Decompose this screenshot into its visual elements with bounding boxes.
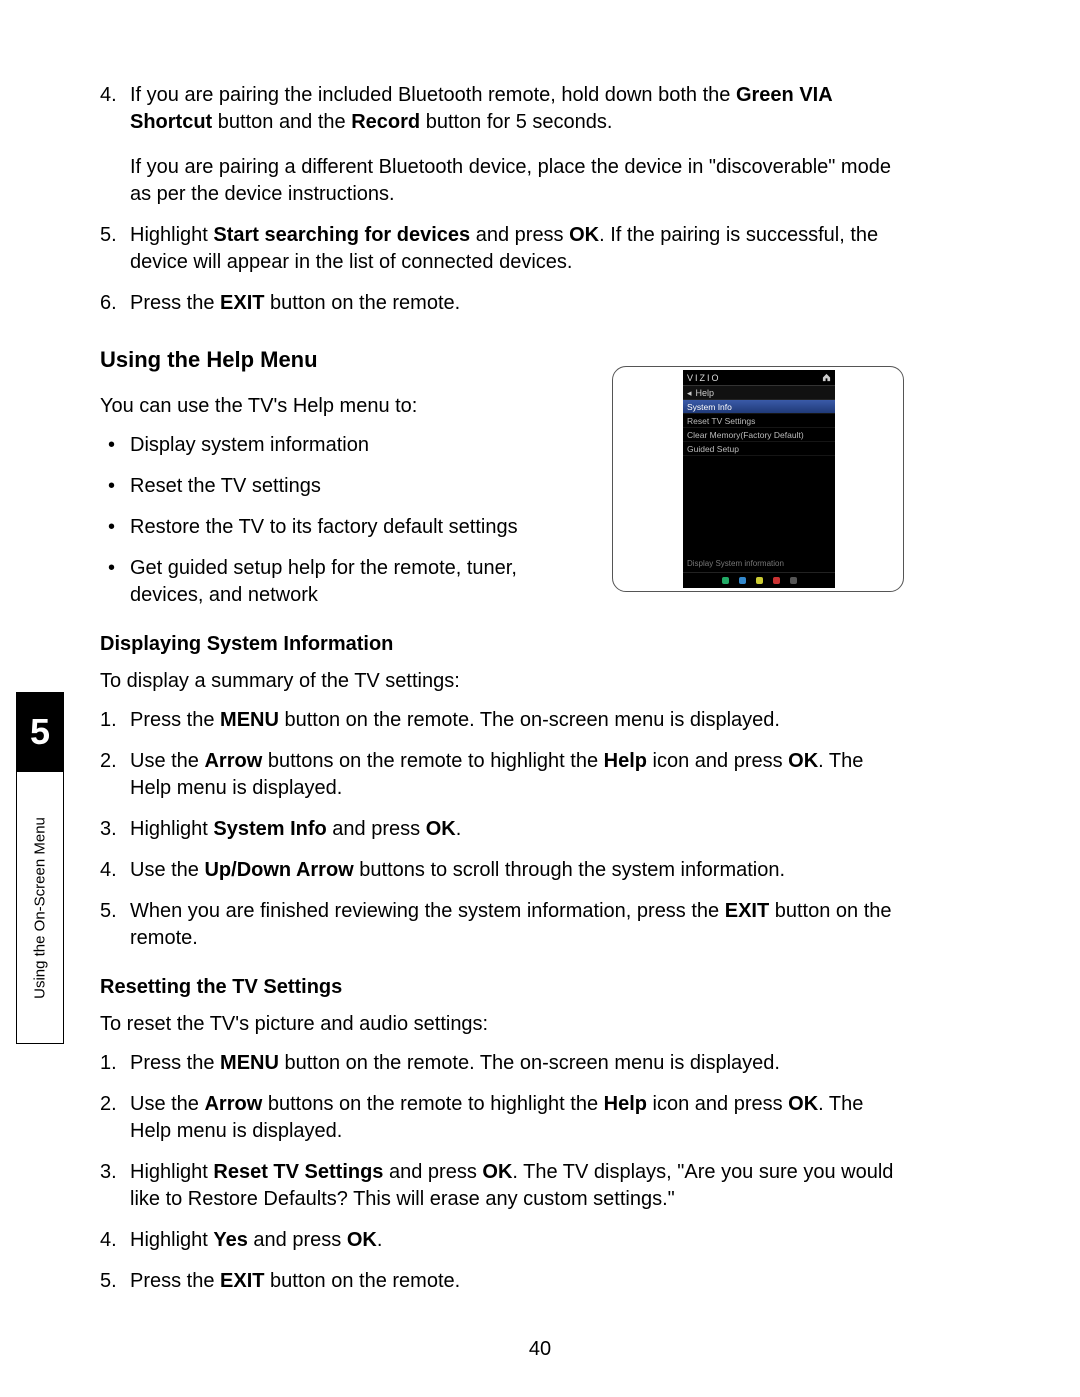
list-item: 5.Press the EXIT button on the remote. <box>100 1268 900 1295</box>
tv-osd: VIZIO ◂Help System Info Reset TV Setting… <box>683 370 835 588</box>
help-intro: You can use the TV's Help menu to: <box>100 393 580 420</box>
page-number: 40 <box>0 1338 1080 1361</box>
tv-breadcrumb: ◂Help <box>683 386 835 400</box>
list-item: 2.Use the Arrow buttons on the remote to… <box>100 1091 900 1145</box>
list-item: 1.Press the MENU button on the remote. T… <box>100 707 900 734</box>
list-item: 4.Highlight Yes and press OK. <box>100 1227 900 1254</box>
tv-nav-dots <box>683 572 835 588</box>
pairing-steps: 4. If you are pairing the included Bluet… <box>100 82 900 317</box>
help-menu-screenshot: VIZIO ◂Help System Info Reset TV Setting… <box>612 366 904 592</box>
reset-intro: To reset the TV's picture and audio sett… <box>100 1011 900 1038</box>
subsection-system-info: Displaying System Information <box>100 631 900 658</box>
system-info-steps: 1.Press the MENU button on the remote. T… <box>100 707 900 952</box>
tv-menu-row: Clear Memory(Factory Default) <box>683 428 835 442</box>
nav-dot-icon <box>722 577 729 584</box>
list-item: 4. If you are pairing the included Bluet… <box>100 82 900 208</box>
step-note: If you are pairing a different Bluetooth… <box>130 154 900 208</box>
list-item: Get guided setup help for the remote, tu… <box>100 555 590 609</box>
list-item: 5.When you are finished reviewing the sy… <box>100 898 900 952</box>
list-item: 6. Press the EXIT button on the remote. <box>100 290 900 317</box>
list-item: 5. Highlight Start searching for devices… <box>100 222 900 276</box>
page-content: 4. If you are pairing the included Bluet… <box>100 82 900 1309</box>
home-icon <box>822 373 831 382</box>
list-item: Reset the TV settings <box>100 473 590 500</box>
nav-dot-icon <box>773 577 780 584</box>
chapter-label: Using the On-Screen Menu <box>32 817 49 999</box>
step-number: 4. <box>100 82 117 109</box>
reset-steps: 1.Press the MENU button on the remote. T… <box>100 1050 900 1295</box>
list-item: 4.Use the Up/Down Arrow buttons to scrol… <box>100 857 900 884</box>
chapter-side-tab: 5 Using the On-Screen Menu <box>16 692 64 1044</box>
system-info-intro: To display a summary of the TV settings: <box>100 668 900 695</box>
list-item: Display system information <box>100 432 590 459</box>
list-item: 2.Use the Arrow buttons on the remote to… <box>100 748 900 802</box>
chapter-label-box: Using the On-Screen Menu <box>16 772 64 1044</box>
list-item: 3.Highlight Reset TV Settings and press … <box>100 1159 900 1213</box>
step-number: 5. <box>100 222 117 249</box>
chapter-number: 5 <box>16 692 64 772</box>
step-number: 6. <box>100 290 117 317</box>
subsection-reset-tv: Resetting the TV Settings <box>100 974 900 1001</box>
help-bullet-list: Display system information Reset the TV … <box>100 432 590 609</box>
list-item: 1.Press the MENU button on the remote. T… <box>100 1050 900 1077</box>
nav-dot-icon <box>739 577 746 584</box>
tv-menu-row: Guided Setup <box>683 442 835 456</box>
tv-menu-row: Reset TV Settings <box>683 414 835 428</box>
list-item: Restore the TV to its factory default se… <box>100 514 590 541</box>
nav-dot-icon <box>756 577 763 584</box>
tv-menu-row-selected: System Info <box>683 400 835 414</box>
tv-menu-description: Display System information <box>687 559 784 568</box>
nav-dot-icon <box>790 577 797 584</box>
back-caret-icon: ◂ <box>687 386 692 400</box>
list-item: 3.Highlight System Info and press OK. <box>100 816 900 843</box>
tv-brand-bar: VIZIO <box>683 370 835 386</box>
